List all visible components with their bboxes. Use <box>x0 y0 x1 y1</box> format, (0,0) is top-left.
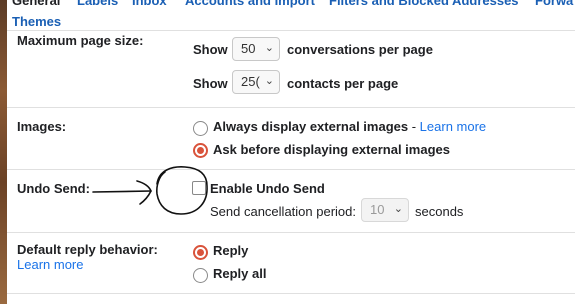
show-label: Show <box>193 76 228 91</box>
chevron-down-icon: ⌄ <box>393 203 403 215</box>
chevron-down-icon: ⌄ <box>264 75 274 87</box>
divider <box>7 232 575 233</box>
reply-all-option-label: Reply all <box>213 266 267 281</box>
divider <box>7 30 575 31</box>
tab-general[interactable]: General <box>12 0 60 8</box>
select-value: 50 <box>241 41 256 56</box>
contacts-per-page-select[interactable]: 25( ⌄ <box>232 70 280 94</box>
tab-forwarding[interactable]: Forwa <box>535 0 573 8</box>
tab-accounts-and-import[interactable]: Accounts and Import <box>185 0 315 8</box>
max-page-size-label: Maximum page size: <box>17 33 144 48</box>
tab-inbox[interactable]: Inbox <box>132 0 167 8</box>
divider <box>7 107 575 108</box>
chevron-down-icon: ⌄ <box>264 42 274 54</box>
undo-send-label: Undo Send: <box>17 181 90 196</box>
always-display-images-label: Always display external images - Learn m… <box>213 119 487 134</box>
select-value: 10 <box>370 202 385 217</box>
learn-more-link[interactable]: Learn more <box>420 119 486 134</box>
conversations-per-page-label: conversations per page <box>287 42 433 57</box>
seconds-label: seconds <box>415 204 464 219</box>
send-cancellation-period-label: Send cancellation period: <box>210 204 356 219</box>
background-strip <box>0 0 7 304</box>
ask-before-displaying-radio[interactable] <box>193 143 208 158</box>
select-value: 25( <box>241 74 260 89</box>
images-label: Images: <box>17 119 67 134</box>
settings-panel: General Labels Inbox Accounts and Import… <box>7 0 575 304</box>
conversations-per-page-select[interactable]: 50 ⌄ <box>232 37 280 61</box>
tab-labels[interactable]: Labels <box>77 0 118 8</box>
reply-all-radio[interactable] <box>193 268 208 283</box>
contacts-per-page-label: contacts per page <box>287 76 399 91</box>
enable-undo-send-label: Enable Undo Send <box>210 181 325 196</box>
show-label: Show <box>193 42 228 57</box>
learn-more-link[interactable]: Learn more <box>17 257 83 272</box>
divider <box>7 293 575 294</box>
tab-themes[interactable]: Themes <box>12 14 61 29</box>
reply-radio[interactable] <box>193 245 208 260</box>
always-display-images-radio[interactable] <box>193 121 208 136</box>
divider <box>7 169 575 170</box>
enable-undo-send-checkbox[interactable] <box>192 181 206 195</box>
ask-before-displaying-label: Ask before displaying external images <box>213 142 450 157</box>
default-reply-behavior-label: Default reply behavior: <box>17 242 158 257</box>
tab-filters-and-blocked-addresses[interactable]: Filters and Blocked Addresses <box>329 0 519 8</box>
reply-option-label: Reply <box>213 243 249 258</box>
send-cancellation-period-select[interactable]: 10 ⌄ <box>361 198 409 222</box>
